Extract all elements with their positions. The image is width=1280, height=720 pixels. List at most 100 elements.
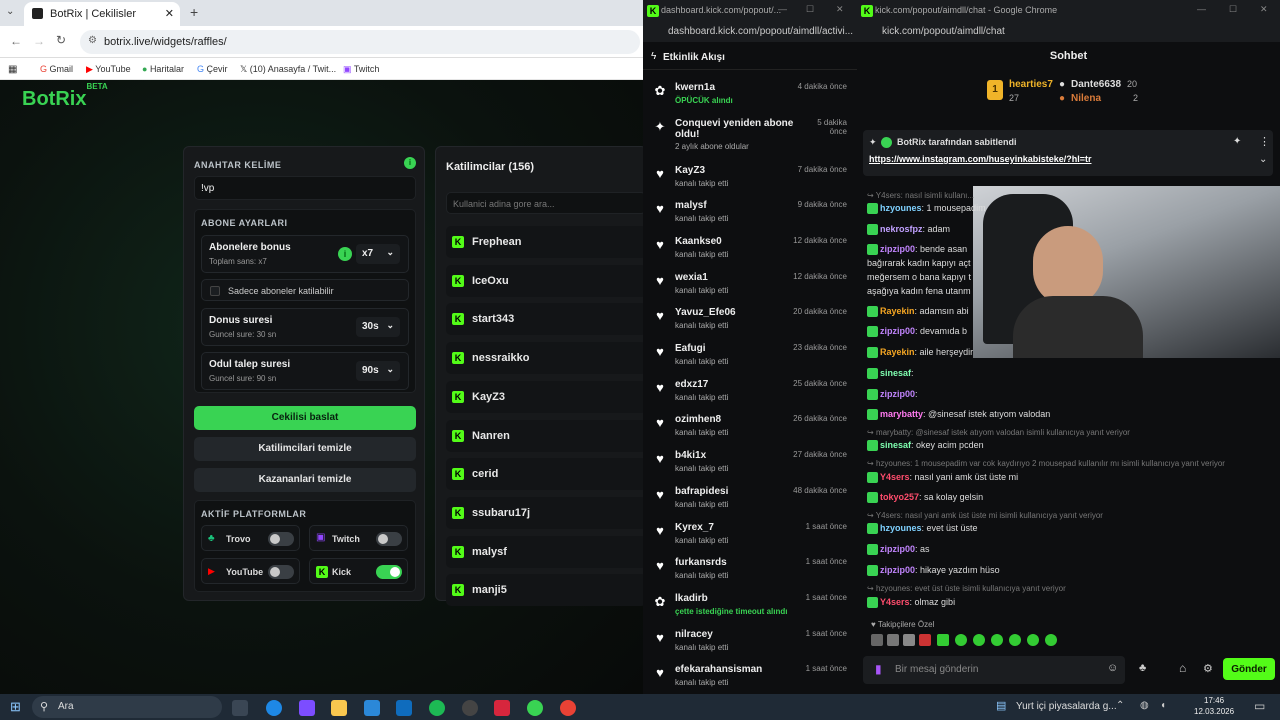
participant-row[interactable]: K Nanren [446, 419, 643, 452]
participant-row[interactable]: K Frephean [446, 226, 643, 258]
send-button[interactable]: Gönder [1223, 658, 1275, 680]
close-icon[interactable]: ✕ [1260, 4, 1268, 15]
tab-list-icon[interactable]: ⌄ [6, 6, 14, 17]
notification-icon[interactable]: ▭ [1254, 699, 1265, 713]
gear-icon[interactable]: ⚙ [1203, 662, 1213, 675]
info-icon[interactable]: i [338, 247, 352, 261]
store-icon[interactable]: ⌂ [1179, 661, 1186, 675]
maximize-icon[interactable]: ☐ [1229, 4, 1237, 15]
bookmark-twitter[interactable]: 𝕏 (10) Anasayfa / Twit... [240, 64, 336, 75]
participant-row[interactable]: Kmanji5 [446, 574, 643, 607]
bookmark-youtube[interactable]: ▶ YouTube [86, 64, 131, 75]
chat-username[interactable]: hzyounes [880, 203, 922, 213]
close-icon[interactable]: ✕ [836, 4, 844, 15]
participant-row[interactable]: K IceOxu [446, 264, 643, 297]
chat-username[interactable]: zipzip00 [880, 244, 915, 254]
emote-icon[interactable] [1027, 634, 1039, 646]
emote-icon[interactable] [871, 634, 883, 646]
obs-icon[interactable] [462, 700, 478, 716]
info-icon[interactable]: i [404, 157, 416, 169]
subs-only-checkbox[interactable] [210, 286, 220, 296]
bookmark-twitch[interactable]: ▣ Twitch [343, 64, 379, 75]
copilot-icon[interactable] [299, 700, 315, 716]
chat-username[interactable]: zipzip00 [880, 544, 915, 554]
taskbar-search[interactable]: ⚲ Ara [32, 696, 222, 718]
participant-row[interactable]: Kstart343 [446, 303, 643, 336]
chat-username[interactable]: Y4sers [880, 472, 910, 482]
minimize-icon[interactable]: — [1197, 4, 1206, 14]
keyword-input[interactable]: !vp [194, 176, 416, 200]
emote-icon[interactable] [991, 634, 1003, 646]
chat-username[interactable]: nekrosfpz [880, 224, 923, 234]
users-icon[interactable]: ♣ [1139, 662, 1146, 674]
minimize-icon[interactable]: — [778, 4, 787, 14]
chat-username[interactable]: tokyo257 [880, 492, 919, 502]
chevron-down-icon[interactable]: ⌄ [1259, 154, 1267, 165]
chat-username[interactable]: hzyounes [880, 523, 922, 533]
start-raffle-button[interactable]: Cekilisi baslat [194, 406, 416, 430]
emote-icon[interactable] [903, 634, 915, 646]
emote-icon[interactable] [955, 634, 967, 646]
trovo-toggle[interactable] [268, 532, 294, 546]
reload-icon[interactable]: ↻ [56, 33, 66, 47]
file-explorer-icon[interactable] [331, 700, 347, 716]
chat-username[interactable]: sinesaf [880, 368, 911, 378]
emote-icon[interactable] [1045, 634, 1057, 646]
chat-username[interactable]: Y4sers [880, 597, 910, 607]
chevron-up-icon[interactable]: ⌃ [1116, 700, 1124, 711]
new-tab-icon[interactable]: + [190, 4, 198, 20]
apps-icon[interactable]: ▦ [8, 64, 17, 75]
emote-icon[interactable] [937, 634, 949, 646]
valorant-icon[interactable] [494, 700, 510, 716]
back-icon[interactable]: ← [10, 34, 22, 48]
more-icon[interactable]: ⋮ [1259, 135, 1270, 148]
youtube-toggle[interactable] [268, 565, 294, 579]
tab-botrix[interactable]: BotRix | Cekilisler ✕ [24, 2, 180, 26]
unpin-icon[interactable]: ✦ [1233, 136, 1241, 147]
participant-row[interactable]: Kmalysf [446, 535, 643, 568]
volume-icon[interactable]: ◖ [1160, 700, 1166, 711]
chat-username[interactable]: marybatty [880, 409, 923, 419]
task-view-icon[interactable] [232, 700, 248, 716]
participant-row[interactable]: Knessraikko [446, 342, 643, 375]
close-tab-icon[interactable]: ✕ [165, 7, 174, 20]
clock-time[interactable]: 17:46 [1204, 696, 1224, 705]
bookmark-maps[interactable]: ● Haritalar [142, 64, 184, 74]
participant-row[interactable]: Kssubaru17j [446, 496, 643, 529]
subs-only-row[interactable]: Sadece aboneler katilabilir [201, 279, 409, 301]
emoji-icon[interactable]: ☺ [1107, 662, 1118, 674]
emote-icon[interactable] [973, 634, 985, 646]
duration-select[interactable]: 30s ⌄ [356, 317, 400, 337]
participant-row[interactable]: K KayZ3 [446, 380, 643, 413]
bookmark-gmail[interactable]: G Gmail [40, 64, 73, 74]
kick-toggle[interactable] [376, 565, 402, 579]
sub-bonus-select[interactable]: x7 ⌄ [356, 244, 400, 264]
edge-icon[interactable] [266, 700, 282, 716]
emote-icon[interactable] [919, 634, 931, 646]
chat-username[interactable]: zipzip00 [880, 326, 915, 336]
emote-icon[interactable] [1009, 634, 1021, 646]
outlook-icon[interactable] [396, 700, 412, 716]
chat-username[interactable]: zipzip00 [880, 565, 915, 575]
clock-date[interactable]: 12.03.2026 [1194, 707, 1234, 716]
url-input[interactable]: ⚙ botrix.live/widgets/raffles/ [80, 30, 640, 54]
store-icon[interactable] [364, 700, 380, 716]
botrix-logo[interactable]: BotRixBETA [22, 82, 108, 111]
site-info-icon[interactable]: ⚙ [88, 35, 97, 46]
bookmark-translate[interactable]: G Çevir [197, 64, 228, 74]
participant-search-input[interactable]: Kullanici adina gore ara... [446, 192, 643, 214]
chat-username[interactable]: zipzip00 [880, 389, 915, 399]
twitch-toggle[interactable] [376, 532, 402, 546]
forward-icon[interactable]: → [33, 34, 45, 48]
microphone-icon[interactable]: ▮ [875, 662, 882, 676]
chat-username[interactable]: sinesaf [880, 440, 911, 450]
clear-winners-button[interactable]: Kazananlari temizle [194, 468, 416, 492]
clear-participants-button[interactable]: Katilimcilari temizle [194, 437, 416, 461]
app-icon[interactable] [527, 700, 543, 716]
claim-time-select[interactable]: 90s ⌄ [356, 361, 400, 381]
chat-input[interactable]: ▮ Bir mesaj gönderin ☺ [863, 656, 1125, 684]
network-icon[interactable]: ◍ [1140, 700, 1149, 711]
pinned-link[interactable]: https://www.instagram.com/huseyinkabiste… [869, 154, 1091, 164]
emote-icon[interactable] [887, 634, 899, 646]
maximize-icon[interactable]: ☐ [806, 4, 814, 15]
